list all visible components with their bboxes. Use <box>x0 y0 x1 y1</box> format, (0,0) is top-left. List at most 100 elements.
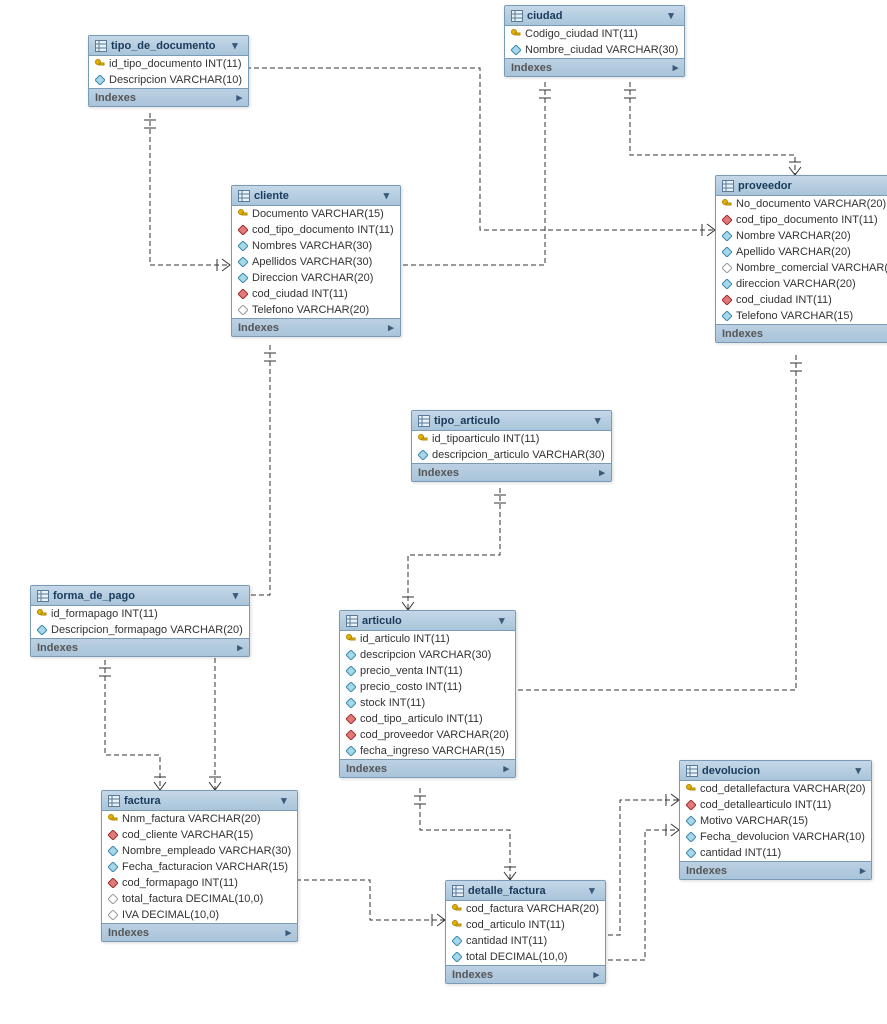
attribute-icon <box>108 862 118 872</box>
entity-header[interactable]: articulo▾ <box>340 611 515 631</box>
indexes-row[interactable]: Indexes▸ <box>446 965 605 983</box>
foreign-key-icon <box>108 878 118 888</box>
indexes-label: Indexes <box>511 62 552 74</box>
column: Nombre_empleado VARCHAR(30) <box>102 843 297 859</box>
indexes-row[interactable]: Indexes ▸ <box>232 318 400 336</box>
indexes-row[interactable]: Indexes▸ <box>716 324 887 342</box>
indexes-row[interactable]: Indexes▸ <box>680 861 871 879</box>
primary-key-icon <box>418 434 428 444</box>
attribute-icon <box>511 45 521 55</box>
foreign-key-icon <box>346 714 356 724</box>
expand-icon[interactable]: ▸ <box>860 864 866 877</box>
collapse-icon[interactable]: ▾ <box>232 39 242 52</box>
attribute-icon <box>108 910 118 920</box>
column-text: id_articulo INT(11) <box>360 633 450 645</box>
entity-header[interactable]: factura▾ <box>102 791 297 811</box>
column-text: id_tipoarticulo INT(11) <box>432 433 539 445</box>
indexes-row[interactable]: Indexes▸ <box>31 638 249 656</box>
column-text: cod_detallefactura VARCHAR(20) <box>700 783 865 795</box>
column: Telefono VARCHAR(15) <box>716 308 887 324</box>
entity-header[interactable]: cliente▾ <box>232 186 400 206</box>
entity-header[interactable]: proveedor▾ <box>716 176 887 196</box>
column: cod_proveedor VARCHAR(20) <box>340 727 515 743</box>
column: descripcion_articulo VARCHAR(30) <box>412 447 611 463</box>
entity-factura[interactable]: factura▾Nnm_factura VARCHAR(20) cod_clien… <box>101 790 298 942</box>
column: Fecha_devolucion VARCHAR(10) <box>680 829 871 845</box>
column-text: Nombre_empleado VARCHAR(30) <box>122 845 291 857</box>
primary-key-icon <box>346 634 356 644</box>
collapse-icon[interactable]: ▾ <box>281 794 291 807</box>
column: precio_venta INT(11) <box>340 663 515 679</box>
column: Codigo_ciudad INT(11) <box>505 26 684 42</box>
collapse-icon[interactable]: ▾ <box>855 764 865 777</box>
entity-header[interactable]: forma_de_pago ▾ <box>31 586 249 606</box>
column-text: Nombres VARCHAR(30) <box>252 240 372 252</box>
expand-icon[interactable]: ▸ <box>599 466 605 479</box>
entity-header[interactable]: detalle_factura ▾ <box>446 881 605 901</box>
table-icon <box>346 615 358 627</box>
expand-icon[interactable]: ▸ <box>673 61 679 74</box>
indexes-label: Indexes <box>238 322 279 334</box>
expand-icon[interactable]: ▸ <box>286 926 292 939</box>
attribute-icon <box>452 936 462 946</box>
column-text: Descripcion_formapago VARCHAR(20) <box>51 624 243 636</box>
indexes-row[interactable]: Indexes▸ <box>89 88 248 106</box>
column: Nnm_factura VARCHAR(20) <box>102 811 297 827</box>
column: fecha_ingreso VARCHAR(15) <box>340 743 515 759</box>
expand-icon[interactable]: ▸ <box>503 762 509 775</box>
collapse-icon[interactable]: ▾ <box>233 589 243 602</box>
entity-header[interactable]: tipo_de_documento ▾ <box>89 36 248 56</box>
attribute-icon <box>346 698 356 708</box>
entity-title: forma_de_pago <box>53 590 229 602</box>
foreign-key-icon <box>686 800 696 810</box>
attribute-icon <box>686 832 696 842</box>
entity-cliente[interactable]: cliente▾Documento VARCHAR(15)cod_tipo_do… <box>231 185 401 337</box>
indexes-row[interactable]: Indexes ▸ <box>505 58 684 76</box>
expand-icon[interactable]: ▸ <box>388 321 394 334</box>
column-text: Descripcion VARCHAR(10) <box>109 74 242 86</box>
column: precio_costo INT(11) <box>340 679 515 695</box>
collapse-icon[interactable]: ▾ <box>384 189 394 202</box>
entity-ciudad[interactable]: ciudad▾Codigo_ciudad INT(11)Nombre_ciuda… <box>504 5 685 77</box>
entity-proveedor[interactable]: proveedor▾No_documento VARCHAR(20)cod_ti… <box>715 175 887 343</box>
primary-key-icon <box>108 814 118 824</box>
entity-title: detalle_factura <box>468 885 585 897</box>
entity-header[interactable]: ciudad▾ <box>505 6 684 26</box>
entity-title: tipo_de_documento <box>111 40 228 52</box>
column: cod_ciudad INT(11) <box>232 286 400 302</box>
entity-forma_de_pago[interactable]: forma_de_pago▾id_formapago INT(11)Descri… <box>30 585 250 657</box>
entity-articulo[interactable]: articulo▾id_articulo INT(11)descripcion … <box>339 610 516 778</box>
collapse-icon[interactable]: ▾ <box>595 414 605 427</box>
indexes-label: Indexes <box>418 467 459 479</box>
expand-icon[interactable]: ▸ <box>237 91 243 104</box>
indexes-row[interactable]: Indexes▸ <box>340 759 515 777</box>
expand-icon[interactable]: ▸ <box>237 641 243 654</box>
column: cod_articulo INT(11) <box>446 917 605 933</box>
column-text: cod_proveedor VARCHAR(20) <box>360 729 509 741</box>
expand-icon[interactable]: ▸ <box>594 968 600 981</box>
entity-header[interactable]: tipo_articulo▾ <box>412 411 611 431</box>
entity-header[interactable]: devolucion▾ <box>680 761 871 781</box>
column-text: total DECIMAL(10,0) <box>466 951 567 963</box>
table-icon <box>722 180 734 192</box>
column-text: cantidad INT(11) <box>466 935 547 947</box>
column: cod_detallearticulo INT(11) <box>680 797 871 813</box>
attribute-icon <box>418 450 428 460</box>
column-text: cod_cliente VARCHAR(15) <box>122 829 253 841</box>
column-text: precio_costo INT(11) <box>360 681 462 693</box>
collapse-icon[interactable]: ▾ <box>589 884 599 897</box>
collapse-icon[interactable]: ▾ <box>499 614 509 627</box>
column-text: cod_tipo_articulo INT(11) <box>360 713 483 725</box>
column-text: Telefono VARCHAR(20) <box>252 304 369 316</box>
entity-tipo_de_documento[interactable]: tipo_de_documento▾id_tipo_documento INT(… <box>88 35 249 107</box>
column-text: Documento VARCHAR(15) <box>252 208 384 220</box>
attribute-icon <box>722 279 732 289</box>
collapse-icon[interactable]: ▾ <box>668 9 678 22</box>
foreign-key-icon <box>238 289 248 299</box>
entity-tipo_articulo[interactable]: tipo_articulo▾ id_tipoarticulo INT(11) des… <box>411 410 612 482</box>
entity-detalle_factura[interactable]: detalle_factura▾cod_factura VARCHAR(20)c… <box>445 880 606 984</box>
indexes-row[interactable]: Indexes▸ <box>102 923 297 941</box>
entity-devolucion[interactable]: devolucion▾ cod_detallefactura VARCHAR(20… <box>679 760 872 880</box>
entity-title: proveedor <box>738 180 887 192</box>
indexes-row[interactable]: Indexes ▸ <box>412 463 611 481</box>
